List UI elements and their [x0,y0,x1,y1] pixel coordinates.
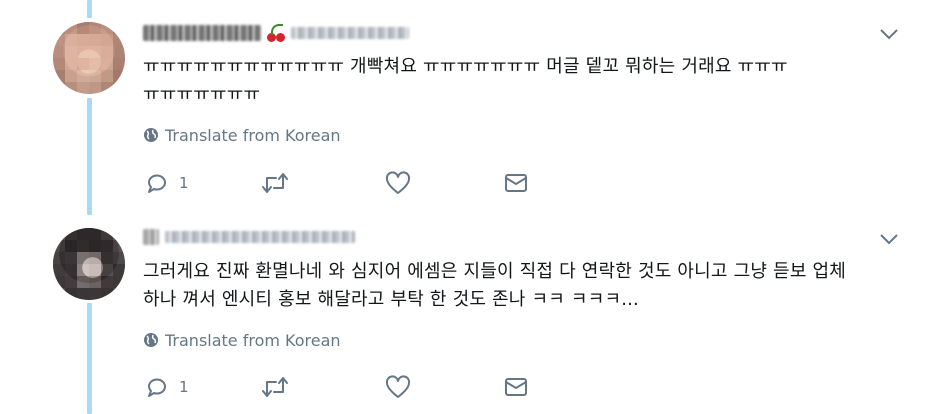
like-icon [385,375,411,398]
direct-message-button[interactable] [504,374,528,400]
like-button[interactable] [385,170,411,196]
message-icon [505,174,527,192]
avatar[interactable] [53,228,125,300]
retweet-button[interactable] [261,170,289,196]
tweet-text: ㅠㅠㅠㅠㅠㅠㅠㅠㅠㅠㅠㅠ 개빡쳐요 ㅠㅠㅠㅠㅠㅠㅠ 머글 뎉꼬 뭐하는 거래요 … [143,56,788,105]
retweet-button[interactable] [261,374,289,400]
handle-and-time-blurred[interactable] [165,231,355,243]
retweet-icon [262,173,288,193]
thread-line-middle [87,98,92,215]
tweet-header [143,227,355,247]
tweet-text: 그러게요 진짜 환멸나네 와 심지어 에셈은 지들이 직접 다 연락한 것도 아… [143,261,847,310]
avatar[interactable] [53,22,125,94]
reply-button[interactable]: 1 [145,170,189,196]
display-name-blurred[interactable] [143,229,159,245]
globe-icon [144,333,158,347]
avatar-pixelation [53,228,125,300]
translate-label: Translate from Korean [165,125,341,145]
thread-line-bottom [87,303,92,414]
like-button[interactable] [385,374,411,400]
avatar-pixelation [53,22,125,94]
cherry-icon [267,24,285,42]
message-icon [505,378,527,396]
like-icon [385,171,411,194]
reply-count: 1 [179,378,189,396]
reply-icon [148,174,166,193]
retweet-icon [262,377,288,397]
chevron-down-icon[interactable] [878,232,900,246]
reply-icon [148,378,166,397]
direct-message-button[interactable] [504,170,528,196]
translate-label: Translate from Korean [165,330,341,350]
handle-and-time-blurred[interactable] [291,27,409,39]
display-name-blurred[interactable] [143,25,261,41]
translate-link[interactable]: Translate from Korean [143,125,341,145]
globe-icon [144,128,158,142]
reply-button[interactable]: 1 [145,374,189,400]
tweet-header [143,23,409,43]
translate-link[interactable]: Translate from Korean [143,330,341,350]
chevron-down-icon[interactable] [878,27,900,41]
thread-line-top [87,0,92,18]
reply-count: 1 [179,174,189,192]
